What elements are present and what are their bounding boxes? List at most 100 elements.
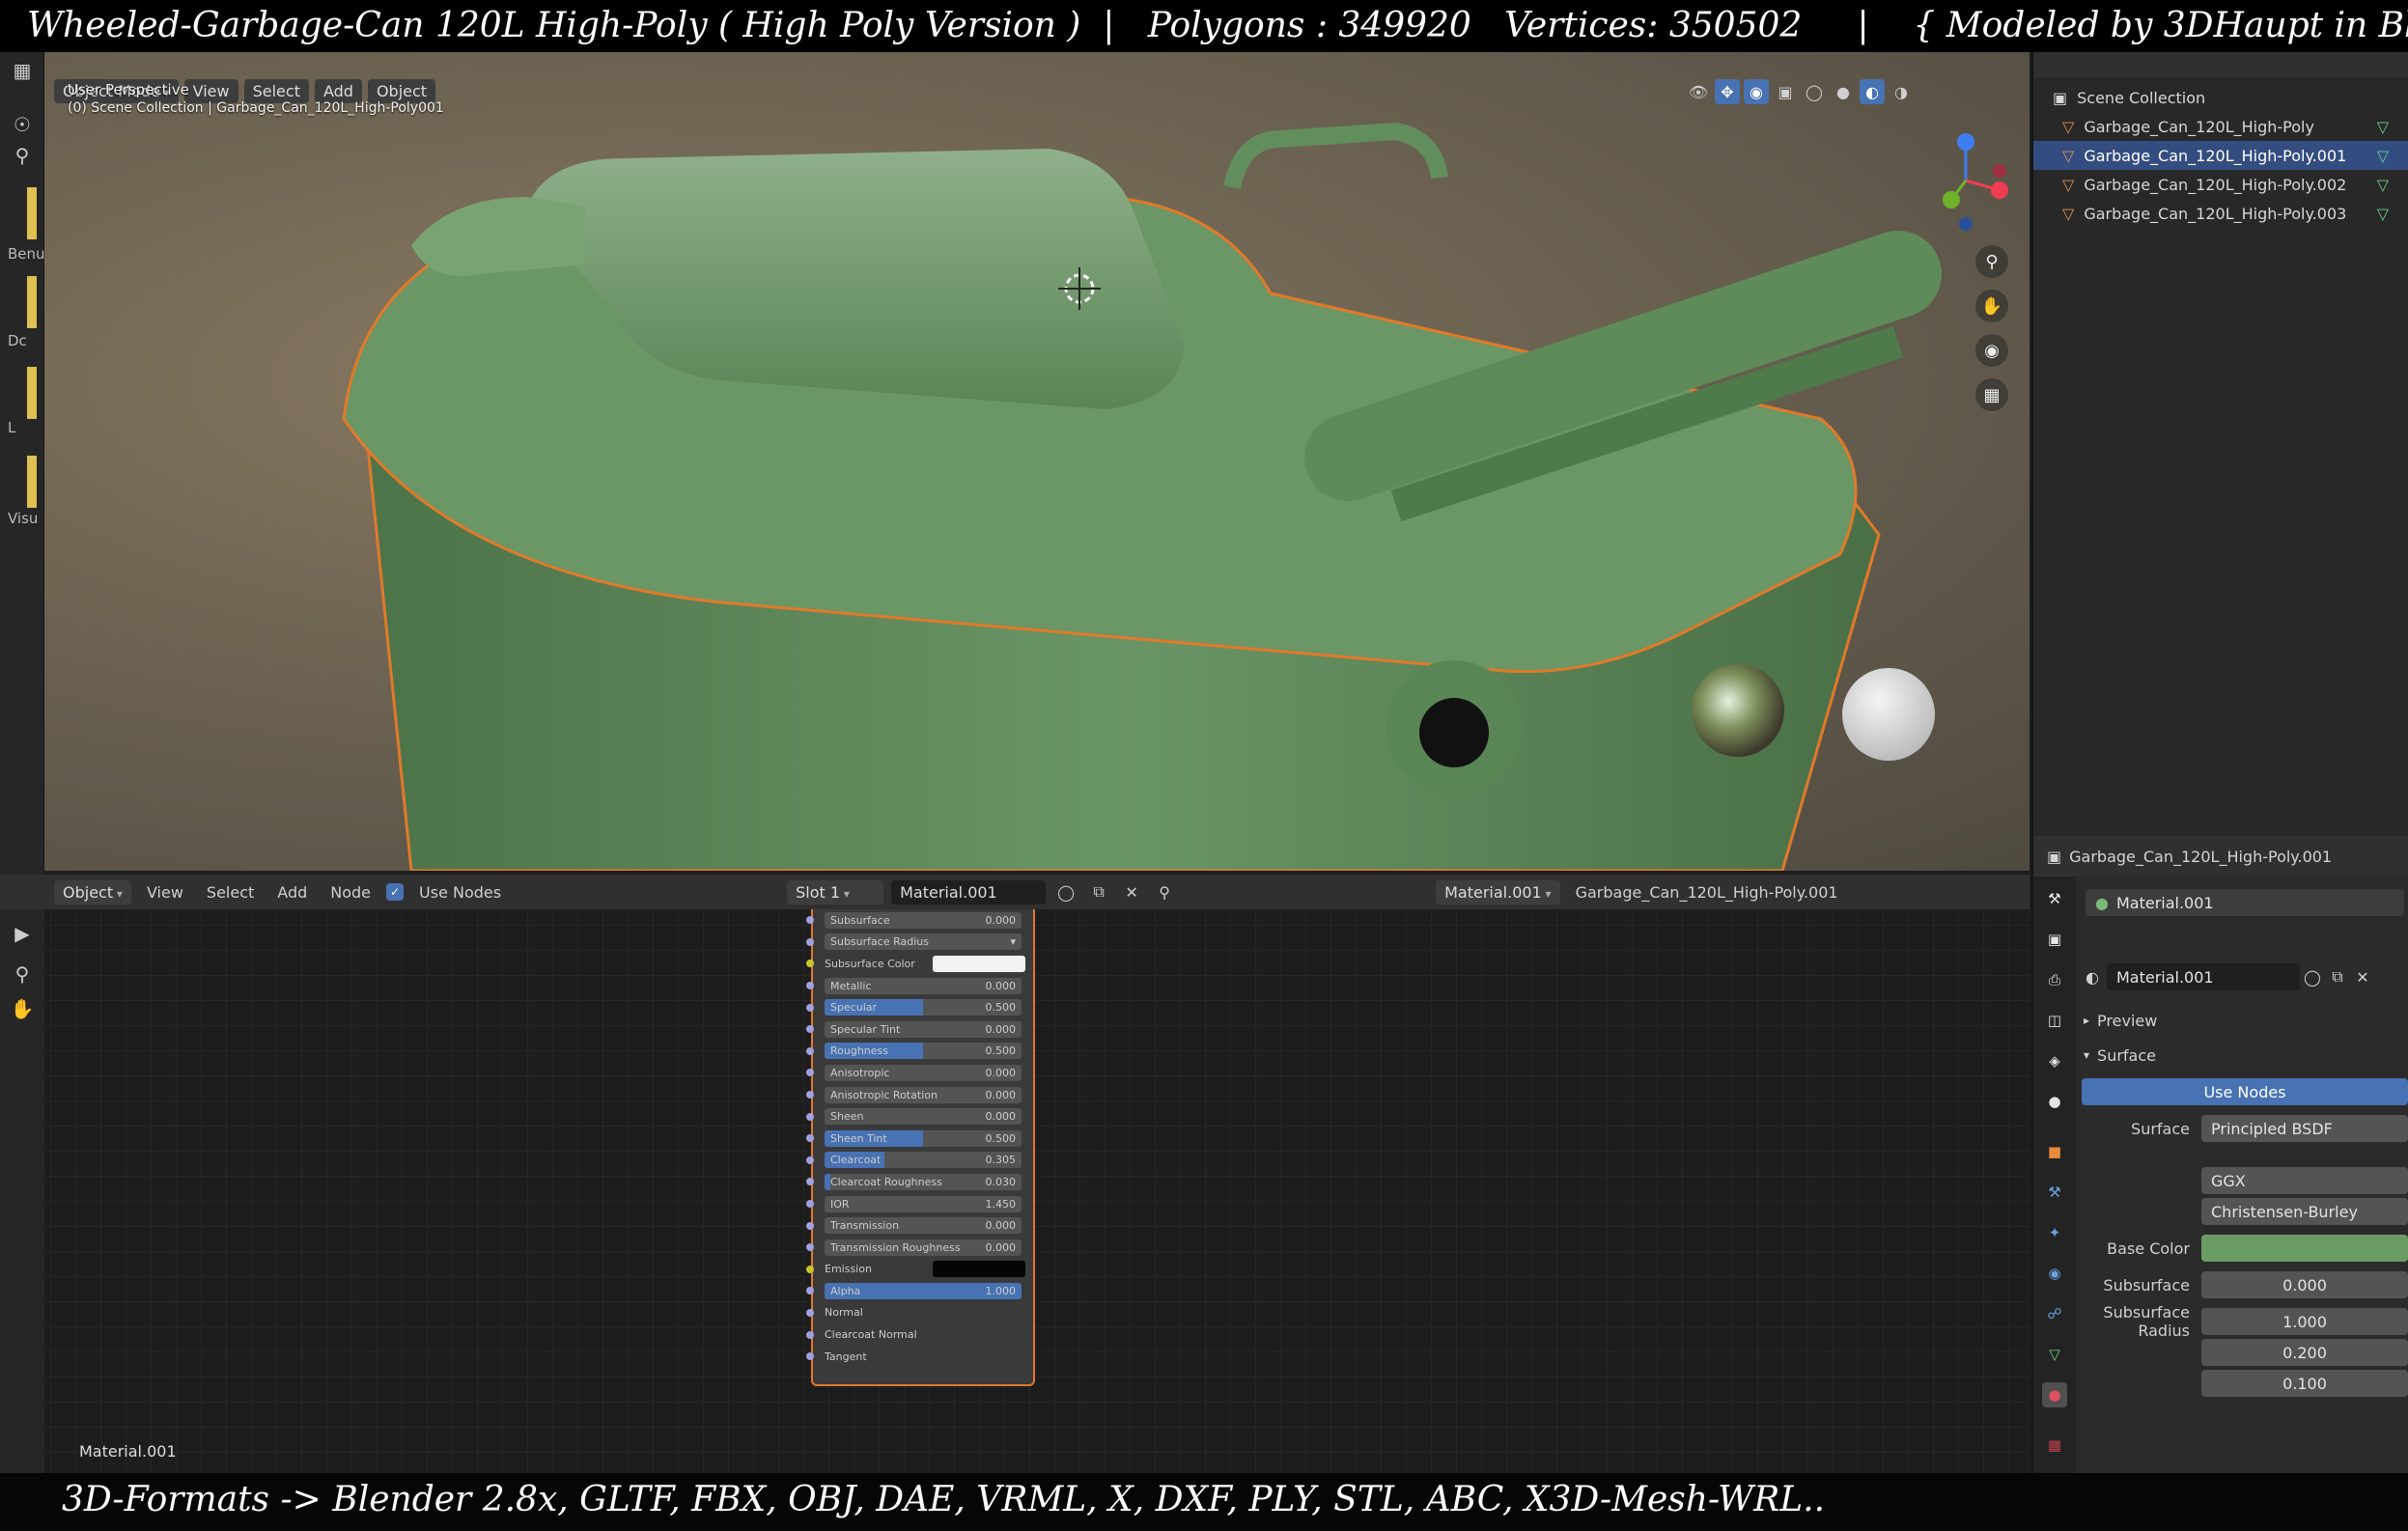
node-socket[interactable]: Subsurface Radius ▾ [806,932,1033,954]
side-tab-1[interactable]: Benu [0,245,45,263]
subsurface-method-dropdown[interactable]: Christensen-Burley [2201,1198,2408,1225]
outliner-item[interactable]: ▽ Garbage_Can_120L_High-Poly ▽ [2033,112,2408,141]
editor-type-icon[interactable]: ▦ [8,56,37,85]
subsurface-radius-z[interactable]: 0.100 [2201,1370,2408,1397]
material-name-field[interactable]: Material.001 [891,879,1047,905]
rendered-shading-icon[interactable]: ◑ [1889,79,1914,104]
material-browse-icon[interactable]: ◐ [2086,968,2099,987]
duplicate-material-icon[interactable]: ⧉ [2325,964,2350,989]
fake-user-icon[interactable]: ◯ [1053,879,1078,905]
particles-tab-icon[interactable]: ✦ [2042,1220,2067,1245]
zoom-icon[interactable]: ⚲ [8,960,37,988]
navigation-gizmo[interactable] [1918,127,2024,234]
subsurface-radius-x[interactable]: 1.000 [2201,1308,2408,1335]
principled-bsdf-node[interactable]: Subsurface 0.000 Subsurface Radius ▾ Subsurf… [806,909,1035,1386]
zoom-icon[interactable]: ⚲ [1975,245,2008,278]
duplicate-material-icon[interactable]: ⧉ [1086,879,1111,905]
use-nodes-button[interactable]: Use Nodes [2082,1078,2408,1105]
pan-hand-icon[interactable]: ✋ [1975,290,2008,322]
socket-dot[interactable] [806,1155,814,1164]
outliner-item[interactable]: ▽ Garbage_Can_120L_High-Poly.003 ▽ [2033,199,2408,228]
subsurface-radius-y[interactable]: 0.200 [2201,1339,2408,1366]
socket-dot[interactable] [806,916,814,925]
3d-viewport[interactable]: Object Mode View Select Add Object 👁 ✥ ◉… [44,52,2030,871]
use-nodes-checkbox[interactable]: ✓ [386,883,405,901]
node-right-material[interactable]: Material.001 [1436,879,1560,905]
material-shading-icon[interactable]: ◐ [1860,79,1885,104]
node-socket[interactable]: Roughness 0.500 [806,1041,1033,1063]
socket-dot[interactable] [806,1134,814,1143]
physics-tab-icon[interactable]: ◉ [2042,1261,2067,1286]
tool-tab-icon[interactable]: ⚒ [2042,886,2067,911]
cursor-tool-icon[interactable]: ☉ [8,110,37,139]
socket-dot[interactable] [806,1287,814,1295]
socket-value-field[interactable]: Roughness 0.500 [825,1043,1022,1060]
socket-value-field[interactable]: Anisotropic 0.000 [825,1064,1022,1081]
close-icon[interactable]: ✕ [1119,879,1144,905]
texture-tab-icon[interactable]: ▦ [2042,1433,2067,1458]
close-icon[interactable]: ✕ [2350,964,2375,989]
socket-dot[interactable] [806,1330,814,1339]
node-menu-view[interactable]: View [139,880,191,905]
output-tab-icon[interactable]: ⎙ [2042,967,2067,992]
slot-dropdown[interactable]: Slot 1 [787,879,884,905]
socket-value-field[interactable]: Transmission Roughness 0.000 [825,1239,1022,1256]
node-socket[interactable]: Specular 0.500 [806,996,1033,1018]
base-color-swatch[interactable] [2201,1235,2408,1262]
socket-color-swatch[interactable] [933,1261,1025,1278]
node-socket[interactable]: Tangent [806,1346,1033,1368]
subsurface-field[interactable]: 0.000 [2201,1271,2408,1298]
socket-color-swatch[interactable] [933,955,1025,972]
socket-dot[interactable] [806,1091,814,1100]
side-tab-2[interactable]: Dc [0,332,44,349]
socket-value-field[interactable]: Specular Tint 0.000 [825,1020,1022,1038]
node-socket[interactable]: Clearcoat 0.305 [806,1150,1033,1172]
socket-dot[interactable] [806,1003,814,1012]
gizmo-toggle-icon[interactable]: ✥ [1715,79,1740,104]
node-type-dropdown[interactable]: Object [54,879,131,905]
node-socket[interactable]: Subsurface 0.000 [806,909,1033,932]
data-tab-icon[interactable]: ▽ [2042,1342,2067,1367]
socket-value-field[interactable]: Subsurface 0.000 [825,911,1022,929]
node-socket[interactable]: Alpha 1.000 [806,1280,1033,1302]
socket-dot[interactable] [806,960,814,968]
socket-value-field[interactable]: Alpha 1.000 [825,1282,1022,1299]
node-socket[interactable]: Anisotropic Rotation 0.000 [806,1084,1033,1106]
node-socket[interactable]: Subsurface Color [806,953,1033,975]
socket-value-field[interactable]: Clearcoat Roughness 0.030 [825,1173,1022,1190]
socket-value-field[interactable]: Anisotropic Rotation 0.000 [825,1086,1022,1103]
socket-dot[interactable] [806,1243,814,1252]
socket-dot[interactable] [806,1025,814,1034]
node-socket[interactable]: IOR 1.450 [806,1193,1033,1215]
socket-dot[interactable] [806,1265,814,1273]
socket-dot[interactable] [806,1200,814,1209]
surface-panel-header[interactable]: ▾ Surface [2080,1043,2408,1068]
node-socket[interactable]: Clearcoat Roughness 0.030 [806,1171,1033,1193]
node-socket[interactable]: Specular Tint 0.000 [806,1018,1033,1041]
socket-value-field[interactable]: Sheen Tint 0.500 [825,1129,1022,1147]
socket-dot[interactable] [806,1221,814,1230]
socket-dot[interactable] [806,1046,814,1055]
socket-dot[interactable] [806,1069,814,1077]
node-socket[interactable]: Emission [806,1259,1033,1281]
scene-tab-icon[interactable]: ◈ [2042,1048,2067,1073]
view-layer-tab-icon[interactable]: ◫ [2042,1008,2067,1033]
solid-shading-icon[interactable]: ● [1831,79,1856,104]
node-menu-add[interactable]: Add [269,880,315,905]
socket-value-field[interactable]: Metallic 0.000 [825,977,1022,994]
node-menu-select[interactable]: Select [199,880,262,905]
outliner-scene-collection[interactable]: ▣ Scene Collection [2033,83,2408,112]
wireframe-shading-icon[interactable]: ◯ [1802,79,1827,104]
material-name-field[interactable]: Material.001 [2106,963,2300,990]
node-socket[interactable]: Sheen Tint 0.500 [806,1127,1033,1150]
socket-dot[interactable] [806,937,814,946]
socket-value-field[interactable]: IOR 1.450 [825,1195,1022,1212]
node-socket[interactable]: Clearcoat Normal [806,1323,1033,1346]
preview-panel-header[interactable]: ▸ Preview [2080,1008,2408,1033]
camera-view-icon[interactable]: ◉ [1975,334,2008,367]
outliner-item[interactable]: ▽ Garbage_Can_120L_High-Poly.002 ▽ [2033,170,2408,199]
select-tool-icon[interactable]: ▶ [8,919,37,948]
world-tab-icon[interactable]: ● [2042,1089,2067,1114]
visibility-icon[interactable]: 👁 [1686,79,1711,104]
node-socket[interactable]: Anisotropic 0.000 [806,1062,1033,1084]
